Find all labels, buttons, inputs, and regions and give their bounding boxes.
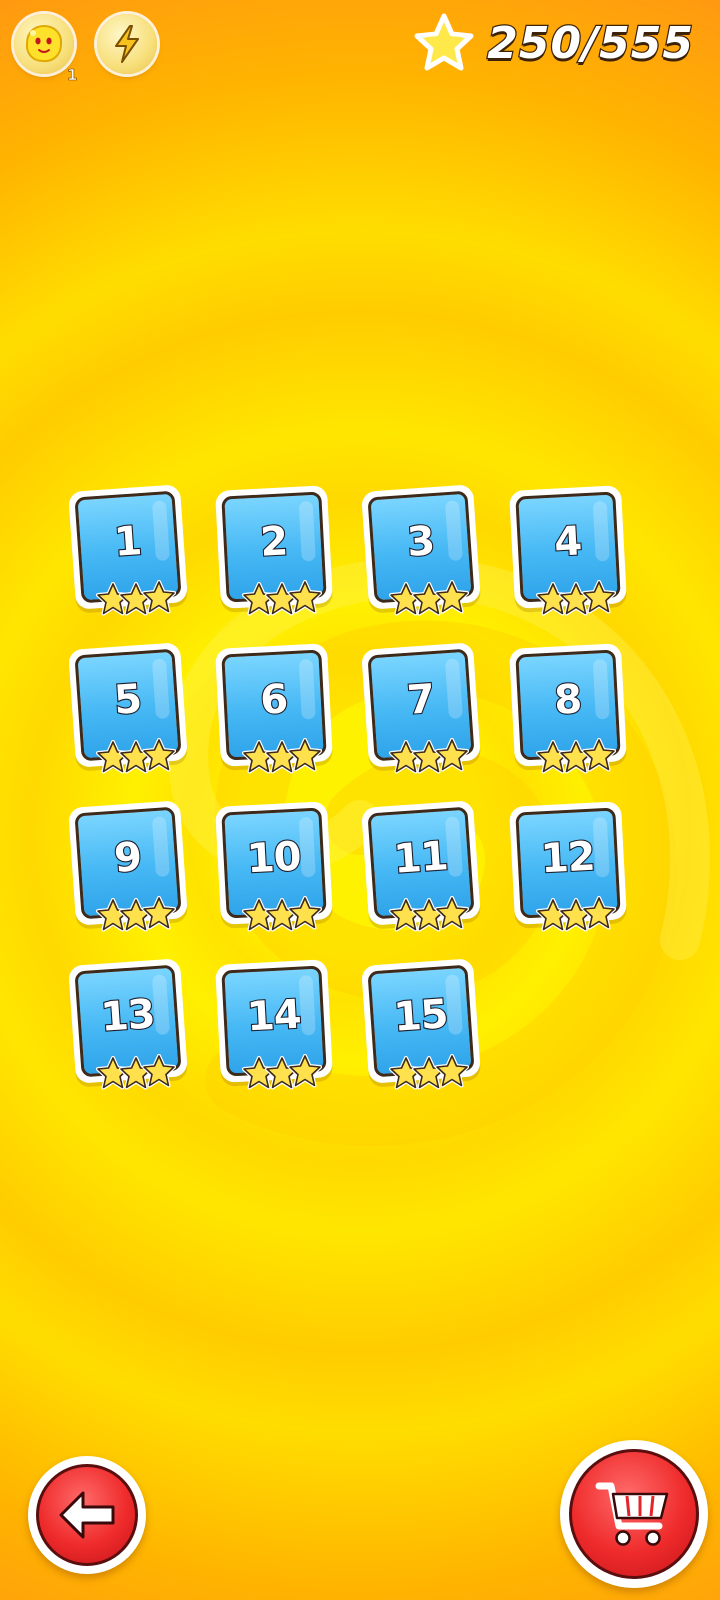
level-stars xyxy=(242,896,322,938)
level-tile-6[interactable]: 6 xyxy=(212,642,342,782)
level-number: 8 xyxy=(552,675,583,725)
level-number: 13 xyxy=(98,990,157,1042)
level-stars xyxy=(242,580,322,622)
star-icon xyxy=(288,738,322,772)
level-stars xyxy=(389,896,469,938)
top-bar: 1 250/555 xyxy=(0,0,720,96)
star-icon xyxy=(142,738,176,772)
level-number: 1 xyxy=(112,517,144,567)
star-icon xyxy=(414,13,474,71)
level-number: 15 xyxy=(391,990,450,1042)
level-number: 6 xyxy=(258,675,289,725)
star-icon xyxy=(435,1054,469,1088)
level-tile-4[interactable]: 4 xyxy=(506,484,636,624)
level-stars xyxy=(242,1054,322,1096)
character-button[interactable] xyxy=(14,14,74,74)
star-icon xyxy=(582,896,616,930)
star-icon xyxy=(435,738,469,772)
star-icon xyxy=(142,1054,176,1088)
level-tile-10[interactable]: 10 xyxy=(212,800,342,940)
lightning-bolt-icon xyxy=(115,25,139,63)
character-count: 1 xyxy=(67,66,78,85)
yellow-blob-character-icon xyxy=(25,24,63,63)
level-stars xyxy=(96,738,176,780)
star-icon xyxy=(142,896,176,930)
star-icon xyxy=(435,896,469,930)
level-tile-13[interactable]: 13 xyxy=(66,958,196,1098)
level-number: 2 xyxy=(258,517,289,567)
level-tile-11[interactable]: 11 xyxy=(359,800,489,940)
level-number: 4 xyxy=(552,517,583,567)
level-stars xyxy=(536,580,616,622)
star-icon xyxy=(582,738,616,772)
level-stars xyxy=(242,738,322,780)
level-stars xyxy=(389,580,469,622)
level-stars xyxy=(389,738,469,780)
stars-total-text: 250/555 xyxy=(486,16,694,70)
level-number: 10 xyxy=(245,833,303,884)
level-number: 3 xyxy=(405,517,437,567)
level-stars xyxy=(536,738,616,780)
shop-button[interactable] xyxy=(560,1440,708,1588)
star-icon xyxy=(435,580,469,614)
star-icon xyxy=(288,1054,322,1088)
level-tile-8[interactable]: 8 xyxy=(506,642,636,782)
level-number: 11 xyxy=(391,832,450,884)
level-tile-14[interactable]: 14 xyxy=(212,958,342,1098)
level-stars xyxy=(96,1054,176,1096)
stars-total: 250/555 xyxy=(413,8,694,78)
level-number: 14 xyxy=(245,991,303,1042)
level-tile-7[interactable]: 7 xyxy=(359,642,489,782)
level-tile-3[interactable]: 3 xyxy=(359,484,489,624)
shopping-cart-icon xyxy=(595,1482,669,1546)
level-number: 7 xyxy=(405,675,437,725)
arrow-left-icon xyxy=(59,1491,115,1539)
star-icon xyxy=(142,580,176,614)
star-icon xyxy=(288,580,322,614)
level-tile-9[interactable]: 9 xyxy=(66,800,196,940)
level-stars xyxy=(96,896,176,938)
star-icon xyxy=(288,896,322,930)
power-button[interactable] xyxy=(97,14,157,74)
level-stars xyxy=(389,1054,469,1096)
level-tile-5[interactable]: 5 xyxy=(66,642,196,782)
level-tile-2[interactable]: 2 xyxy=(212,484,342,624)
level-tile-1[interactable]: 1 xyxy=(66,484,196,624)
level-stars xyxy=(536,896,616,938)
level-tile-12[interactable]: 12 xyxy=(506,800,636,940)
level-number: 5 xyxy=(112,675,144,725)
level-tile-15[interactable]: 15 xyxy=(359,958,489,1098)
level-number: 12 xyxy=(539,833,597,884)
back-button[interactable] xyxy=(28,1456,146,1574)
level-number: 9 xyxy=(112,833,144,883)
level-stars xyxy=(96,580,176,622)
star-icon xyxy=(582,580,616,614)
